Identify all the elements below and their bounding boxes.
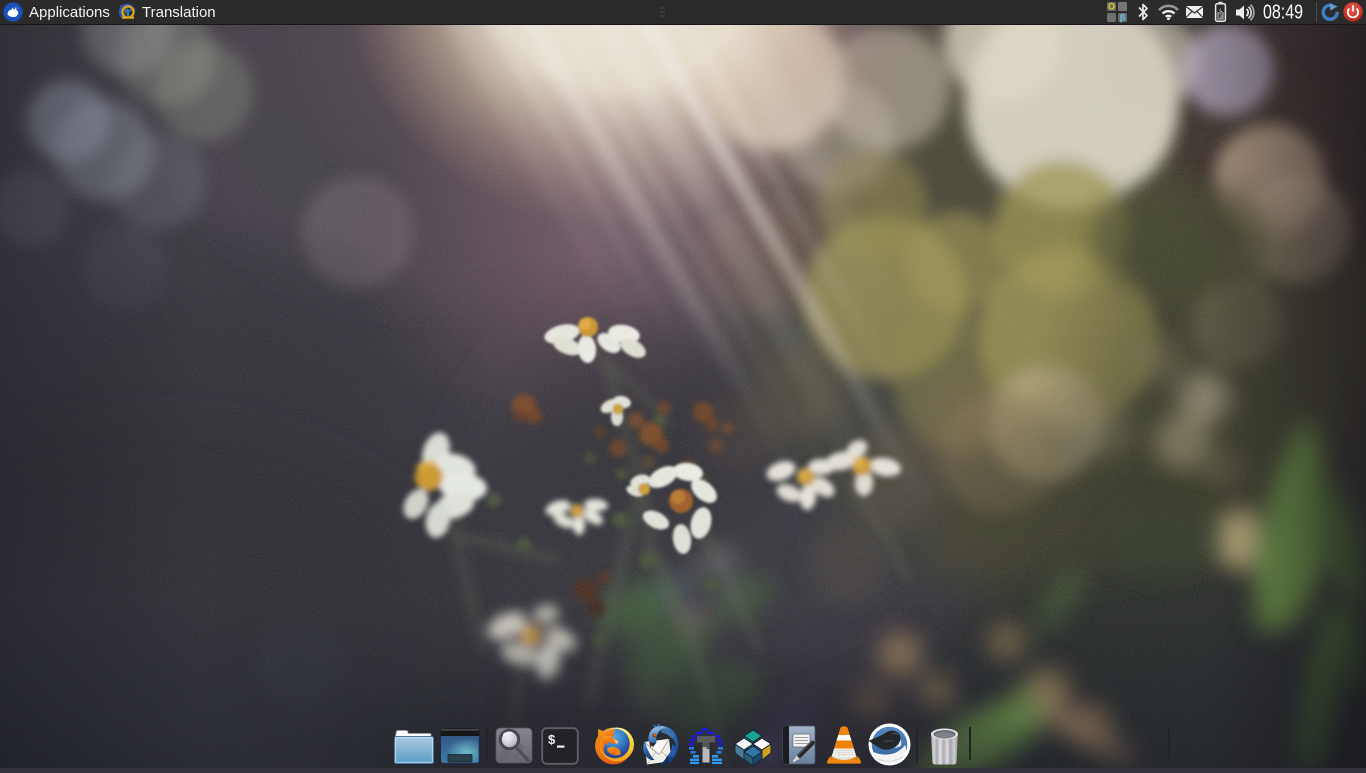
svg-text:08:49: 08:49: [1263, 2, 1303, 24]
svg-text:O: O: [1108, 2, 1115, 12]
svg-text:$: $: [548, 732, 556, 747]
svg-text:β: β: [1120, 13, 1126, 23]
